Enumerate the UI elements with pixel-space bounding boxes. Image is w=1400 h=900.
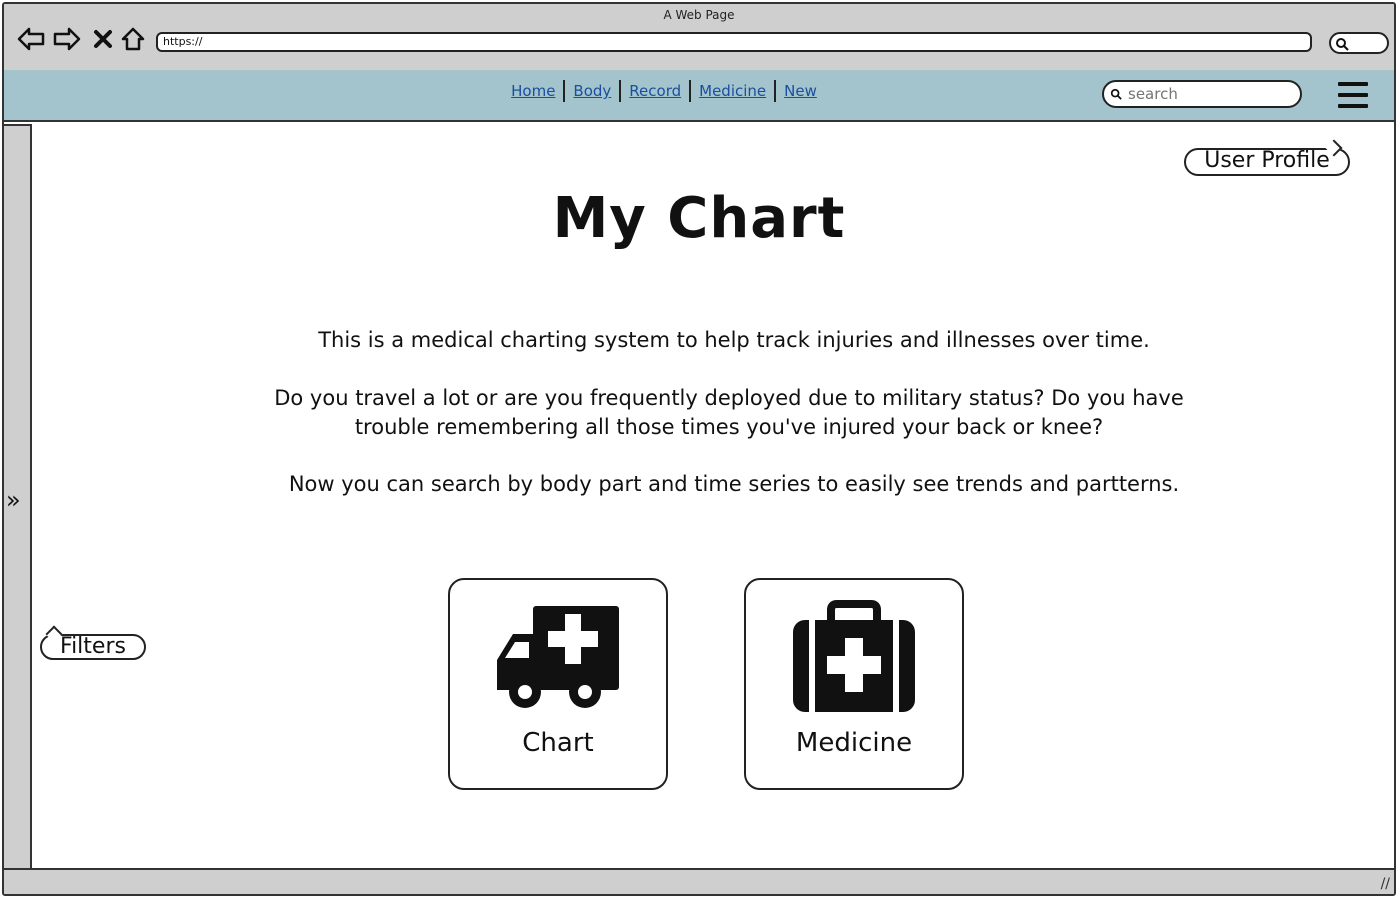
intro-paragraph: This is a medical charting system to hel… [318,328,1150,352]
back-arrow-icon[interactable] [16,24,46,54]
user-profile-button[interactable]: User Profile [1184,139,1350,176]
medicine-tile-button[interactable]: Medicine [744,578,964,790]
medicine-tile-label: Medicine [795,728,913,758]
browser-chrome: A Web Page https:// [4,4,1394,72]
double-chevron-right-icon: » [6,486,21,514]
browser-window: A Web Page https:// Home Body Record Med… [2,2,1396,896]
filters-button[interactable]: Filters [40,625,146,660]
forward-arrow-icon[interactable] [52,24,82,54]
search-icon [1336,38,1349,51]
search-paragraph: Now you can search by body part and time… [288,472,1180,496]
search-input[interactable] [1126,84,1295,104]
nav-link-body[interactable]: Body [565,80,619,102]
user-profile-label: User Profile [1204,148,1330,173]
nav-link-home[interactable]: Home [503,80,563,102]
navbar: Home Body Record Medicine New [4,70,1394,122]
hamburger-menu-icon[interactable] [1338,82,1368,108]
window-title: A Web Page [663,8,735,22]
search-icon [1110,88,1122,100]
nav-link-medicine[interactable]: Medicine [691,80,774,102]
url-bar[interactable]: https:// [156,32,1312,52]
description-paragraph: Do you travel a lot or are you frequentl… [274,386,1184,439]
ambulance-icon [450,600,666,710]
status-bar: // [4,868,1394,894]
chart-tile-label: Chart [522,728,594,758]
home-icon[interactable] [118,24,148,54]
page-title: My Chart [552,186,846,251]
close-icon[interactable] [88,24,118,54]
chart-tile-button[interactable]: Chart [448,578,668,790]
browser-search-field[interactable] [1329,32,1389,54]
medical-kit-icon [746,600,962,714]
nav-link-new[interactable]: New [776,80,825,102]
search-field[interactable] [1102,80,1302,108]
nav-link-record[interactable]: Record [621,80,689,102]
filters-label: Filters [60,634,126,659]
resize-grip-icon[interactable]: // [1381,876,1390,892]
